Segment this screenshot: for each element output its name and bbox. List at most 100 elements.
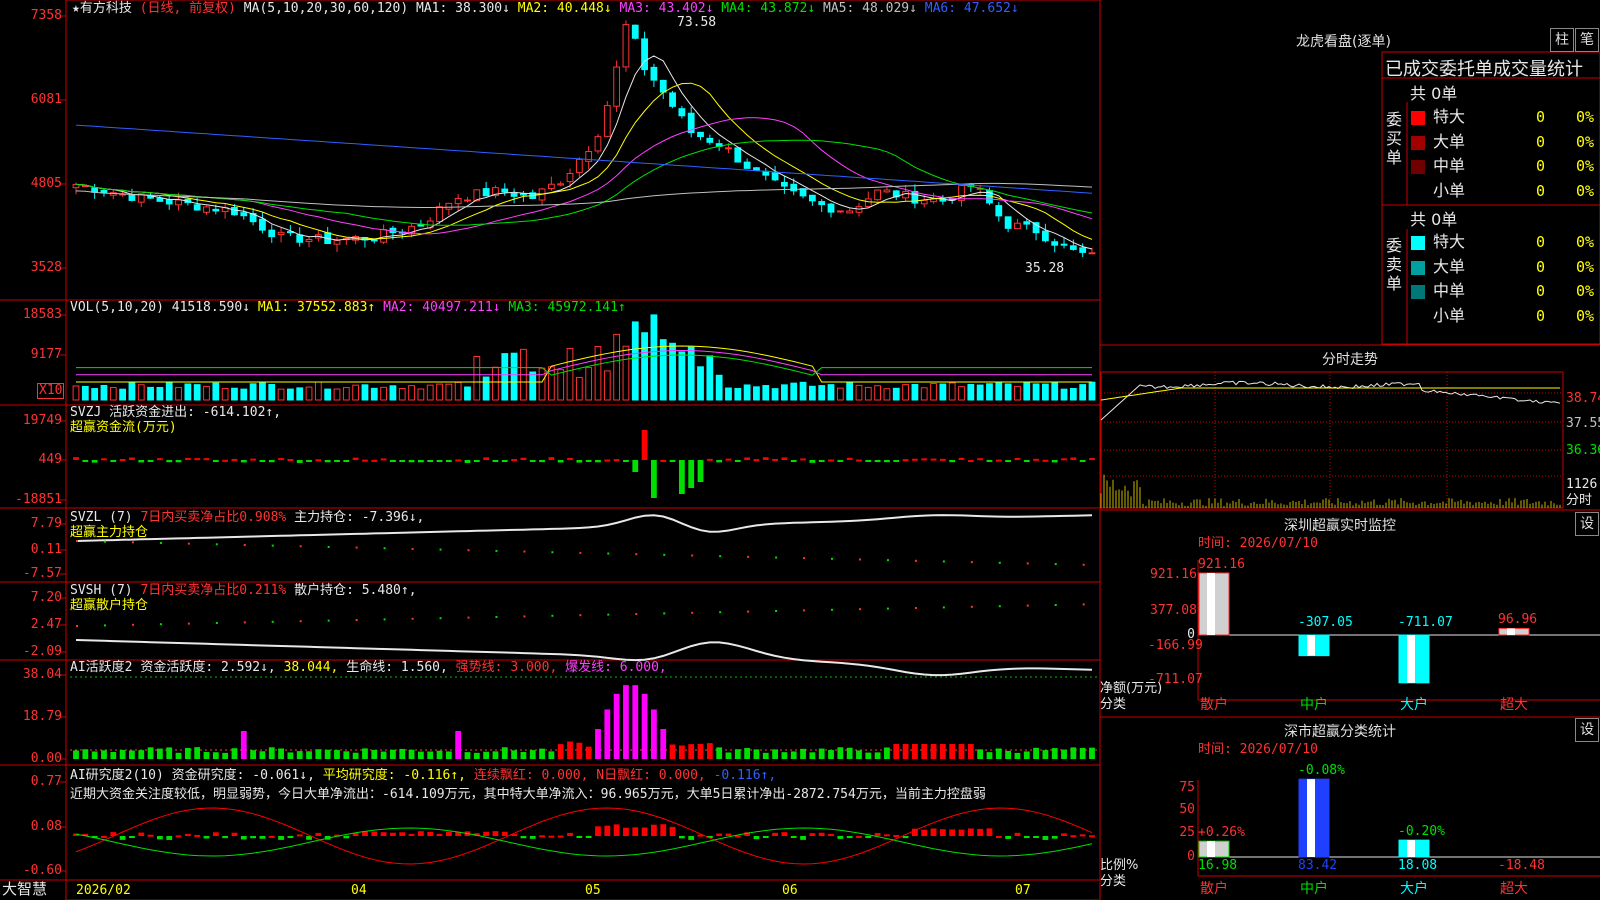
svzj-bar xyxy=(1023,460,1030,462)
ai1-bar xyxy=(716,747,723,759)
vol-bar xyxy=(827,384,835,401)
ai1-bar xyxy=(856,750,862,759)
svzj-bar xyxy=(91,460,98,463)
vol-bar xyxy=(650,314,658,401)
ai1-bar xyxy=(362,748,368,759)
ma-legend-1: MA1: 38.300↓ xyxy=(416,1,510,16)
vol-bar xyxy=(147,386,154,401)
ai1-bar xyxy=(725,752,732,759)
candle-body xyxy=(781,181,788,187)
stock-name: ★有方科技 xyxy=(72,1,132,16)
svzl-dot xyxy=(299,545,302,548)
vol-bar xyxy=(492,366,499,401)
ai1-bar xyxy=(343,751,350,759)
lhb-tick-button[interactable]: 笔 xyxy=(1575,28,1599,52)
date-label-3: 06 xyxy=(782,883,798,898)
ai1-bar xyxy=(399,748,406,759)
svzj-bar xyxy=(501,460,508,462)
vol-bar xyxy=(286,388,294,401)
ai1-bar xyxy=(576,742,583,759)
vol-bar xyxy=(333,388,341,401)
ai1-bar xyxy=(352,752,359,759)
svzj-bar xyxy=(529,460,536,462)
buy-swatch-2 xyxy=(1411,160,1425,174)
ai1-v2: 38.044, xyxy=(283,660,339,675)
sz-class-y-3: 0 xyxy=(1187,849,1195,864)
svsh-dot xyxy=(1082,603,1085,606)
vol-bar xyxy=(902,384,909,401)
ai1-bar xyxy=(278,748,284,759)
svzj-bar xyxy=(818,460,825,462)
svzj-bar xyxy=(706,458,713,461)
ai1-bar xyxy=(790,751,797,759)
ai2-bar xyxy=(623,827,629,836)
sz-class-cat-1: 中户 xyxy=(1300,881,1328,897)
sz-class-value-0: 16.98 xyxy=(1198,858,1238,873)
vol-bar xyxy=(836,387,844,401)
ai1-bar xyxy=(306,751,312,759)
sz-class-chg-2: -0.20% xyxy=(1398,824,1445,840)
svsh-dot xyxy=(886,607,889,610)
candle-body xyxy=(436,206,443,223)
ai1-bar xyxy=(912,744,918,759)
sz-class-settings-button[interactable]: 设 xyxy=(1575,718,1599,742)
svsh-dot xyxy=(1054,604,1057,606)
candle-body xyxy=(734,147,742,163)
vol-bar xyxy=(165,381,173,401)
svsh-dot xyxy=(355,619,358,621)
candle-body xyxy=(1079,247,1087,253)
vol-x10-badge[interactable]: X10 xyxy=(37,383,65,399)
svsh-dot xyxy=(663,612,666,615)
sz-monitor-time: 时间: 2026/07/10 xyxy=(1198,536,1318,551)
ai2-bar xyxy=(884,834,890,837)
vol-bar xyxy=(790,382,798,401)
svzj-bar xyxy=(967,459,974,462)
ai1-bar xyxy=(175,752,182,759)
date-label-1: 04 xyxy=(351,883,367,898)
ai2-bar xyxy=(492,831,499,836)
svzj-bar xyxy=(138,460,145,463)
svzj-bar xyxy=(548,457,555,460)
svzj-bar xyxy=(222,459,229,462)
sz-monitor-settings-button[interactable]: 设 xyxy=(1575,512,1599,536)
buy-pct-0: 0% xyxy=(1576,108,1595,126)
svsh-dot xyxy=(719,611,722,614)
ai2-bar xyxy=(390,832,396,836)
sz-class-xlabel: 分类 xyxy=(1100,874,1127,889)
vol-bar xyxy=(557,369,565,401)
ai2-bar xyxy=(445,831,452,836)
date-label-2: 05 xyxy=(585,883,601,898)
sz-class-bar-hl-0 xyxy=(1207,841,1215,857)
svzl-dot xyxy=(831,557,834,560)
sz-monitor-value-1: -307.05 xyxy=(1298,615,1353,630)
ai1-bar xyxy=(678,745,685,759)
ai1-bar xyxy=(753,749,760,759)
ai2-bar xyxy=(408,833,415,836)
buy-count-1: 0 xyxy=(1536,132,1546,151)
ai1-bar xyxy=(1005,750,1011,759)
lhb-bar-button[interactable]: 柱 xyxy=(1550,28,1574,52)
vol-bar xyxy=(426,384,434,401)
ct sell-name-0: 特大 xyxy=(1433,232,1466,251)
ai2-bar xyxy=(669,826,676,836)
ai2-bar xyxy=(1014,832,1021,836)
main-chart-svg[interactable] xyxy=(0,0,1600,900)
candle-body xyxy=(1014,222,1021,230)
date-label-4: 07 xyxy=(1015,883,1031,898)
ai2-bar xyxy=(651,824,657,836)
svzj-bar xyxy=(651,460,657,498)
ai1-life: 生命线: 1.560, xyxy=(346,660,448,675)
ai2-bar xyxy=(641,827,648,836)
ai2-bar xyxy=(278,836,284,840)
svsh-header: SVSH (7) 7日内买卖净占比0.211% 散户持仓: 5.480↑, xyxy=(70,583,417,599)
svzj-bar xyxy=(669,460,676,462)
vol-bar xyxy=(473,356,481,401)
candle-body xyxy=(175,199,182,206)
ai2-bar xyxy=(977,828,984,836)
ai2-bar xyxy=(846,836,853,839)
ai2-bar xyxy=(1033,836,1039,838)
svsh-dot xyxy=(579,614,582,617)
sz-class-y-1: 50 xyxy=(1179,802,1195,817)
ai1-bar xyxy=(138,750,145,759)
svsh-dot xyxy=(495,616,498,618)
